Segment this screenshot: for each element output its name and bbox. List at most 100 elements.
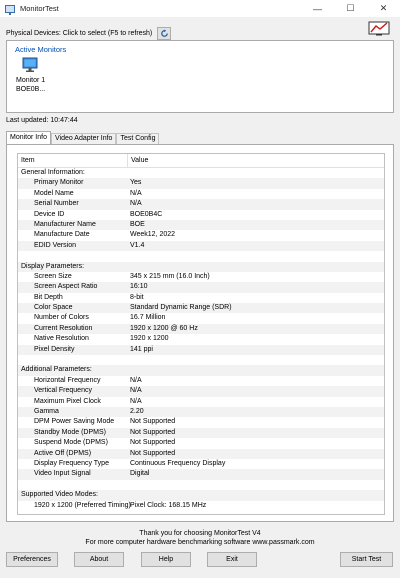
row-item-label: Native Resolution (34, 335, 89, 343)
preferences-button[interactable]: Preferences (6, 552, 58, 567)
table-row[interactable]: Maximum Pixel Clock N/A (18, 397, 384, 407)
row-item-value: N/A (130, 387, 142, 395)
physical-devices-label: Physical Devices: Click to select (F5 to… (6, 30, 153, 37)
row-item-value: Standard Dynamic Range (SDR) (130, 304, 232, 312)
active-monitors-panel: Active Monitors Monitor 1 BOE0B... (6, 40, 394, 113)
table-row[interactable]: Primary Monitor Yes (18, 178, 384, 189)
table-row[interactable]: Suspend Mode (DPMS) Not Supported (18, 438, 384, 448)
row-item-label: Device ID (34, 210, 65, 218)
row-item-label (18, 355, 128, 365)
row-item-value: N/A (130, 189, 142, 197)
monitor-icon (22, 57, 38, 72)
row-item-label: Gamma (34, 407, 59, 415)
column-header-value[interactable]: Value (128, 154, 148, 167)
table-row[interactable]: Manufacture Date Week12, 2022 (18, 230, 384, 240)
table-row[interactable]: 1920 x 1200 (Preferred Timing) Pixel Cloc… (18, 501, 384, 511)
table-row[interactable]: Gamma 2.20 (18, 406, 384, 418)
row-item-label: Primary Monitor (34, 179, 84, 187)
table-row[interactable]: Display Parameters: (18, 261, 384, 272)
row-item-label: EDID Version (34, 241, 77, 249)
refresh-button[interactable] (157, 27, 172, 40)
row-item-label: Display Parameters: (21, 262, 85, 270)
row-item-value: V1.4 (130, 241, 145, 249)
exit-button[interactable]: Exit (207, 552, 257, 567)
row-item-value (128, 355, 130, 365)
tab-test-config[interactable]: Test Config (116, 133, 160, 144)
table-row[interactable]: Pixel Density 141 ppi (18, 344, 384, 356)
table-row[interactable]: Active Off (DPMS) Not Supported (18, 448, 384, 459)
row-item-label: Vertical Frequency (34, 387, 92, 395)
row-item-value: 2.20 (130, 407, 144, 415)
tab-video-adapter-info[interactable]: Video Adapter Info (50, 133, 117, 144)
row-item-label (18, 480, 128, 490)
table-header: Item Value (18, 154, 384, 168)
table-row[interactable]: Device ID BOE0B4C (18, 210, 384, 220)
table-row[interactable]: Screen Size 345 x 215 mm (16.0 Inch) (18, 272, 384, 282)
monitor-info-panel: Item Value General Information: Primary M… (6, 144, 394, 522)
physical-devices-row: Physical Devices: Click to select (F5 to… (6, 27, 172, 40)
row-item-label: Manufacturer Name (34, 220, 96, 228)
table-row[interactable]: Manufacturer Name BOE (18, 219, 384, 231)
monitor-item[interactable]: Monitor 1 BOE0B... (16, 57, 52, 94)
table-row[interactable]: Color Space Standard Dynamic Range (SDR) (18, 303, 384, 314)
row-item-value: 16:10 (130, 283, 148, 291)
row-item-value: Digital (130, 470, 150, 478)
row-item-value: N/A (130, 376, 142, 384)
row-item-value: 345 x 215 mm (16.0 Inch) (130, 272, 210, 280)
table-row[interactable] (18, 251, 384, 261)
monitor-info-table[interactable]: Item Value General Information: Primary M… (17, 153, 385, 515)
table-row[interactable]: Vertical Frequency N/A (18, 386, 384, 397)
row-item-label: Additional Parameters: (21, 366, 92, 374)
tab-bar: Monitor Info Video Adapter Info Test Con… (6, 131, 160, 144)
row-item-value: Yes (130, 179, 142, 187)
monitor-app-icon (5, 4, 15, 15)
table-row[interactable]: Number of Colors 16.7 Million (18, 313, 384, 323)
close-button[interactable]: ✕ (367, 0, 400, 17)
row-item-label: Current Resolution (34, 324, 93, 332)
minimize-button[interactable]: — (301, 0, 334, 17)
table-row[interactable] (18, 355, 384, 365)
row-item-value (128, 480, 130, 490)
last-updated-label: Last updated: 10:47:44 (6, 117, 78, 124)
about-button[interactable]: About (74, 552, 124, 567)
table-row[interactable]: Screen Aspect Ratio 16:10 (18, 282, 384, 293)
tab-monitor-info[interactable]: Monitor Info (6, 131, 51, 144)
refresh-icon (160, 29, 168, 37)
row-item-label: Pixel Density (34, 345, 75, 353)
table-row[interactable]: Serial Number N/A (18, 199, 384, 210)
row-item-label: Screen Aspect Ratio (34, 283, 98, 291)
table-row[interactable]: DPM Power Saving Mode Not Supported (18, 417, 384, 427)
help-button[interactable]: Help (141, 552, 191, 567)
table-row[interactable]: Supported Video Modes: (18, 490, 384, 501)
table-row[interactable]: Additional Parameters: (18, 365, 384, 376)
table-row[interactable]: Bit Depth 8-bit (18, 293, 384, 303)
maximize-button[interactable]: ☐ (334, 0, 367, 17)
table-row[interactable]: Native Resolution 1920 x 1200 (18, 334, 384, 344)
row-item-label: Color Space (34, 304, 73, 312)
start-test-button[interactable]: Start Test (340, 552, 393, 567)
table-row[interactable] (18, 480, 384, 490)
row-item-label: Number of Colors (34, 314, 89, 322)
table-row[interactable]: Current Resolution 1920 x 1200 @ 60 Hz (18, 323, 384, 335)
row-item-value: N/A (130, 397, 142, 405)
row-item-label: Screen Size (34, 272, 72, 280)
row-item-value: 1920 x 1200 (130, 335, 169, 343)
row-item-value: Not Supported (130, 428, 176, 436)
table-row[interactable]: EDID Version V1.4 (18, 240, 384, 252)
row-item-label: Manufacture Date (34, 231, 90, 239)
table-row[interactable]: Video Input Signal Digital (18, 469, 384, 480)
row-item-label: DPM Power Saving Mode (34, 418, 115, 426)
table-row[interactable]: General Information: (18, 168, 384, 178)
row-item-value: BOE (130, 220, 145, 228)
row-item-value: Not Supported (130, 439, 176, 447)
table-row[interactable]: Display Frequency Type Continuous Frequen… (18, 459, 384, 469)
row-item-label: General Information: (21, 169, 85, 176)
table-row[interactable]: Model Name N/A (18, 189, 384, 199)
column-header-item[interactable]: Item (18, 154, 128, 167)
monitor-name: Monitor 1 (16, 77, 46, 84)
passmark-logo-icon (368, 21, 390, 36)
table-row[interactable]: Standby Mode (DPMS) Not Supported (18, 427, 384, 439)
row-item-label: Display Frequency Type (34, 459, 109, 467)
table-row[interactable]: Horizontal Frequency N/A (18, 376, 384, 386)
passmark-promo-text: For more computer hardware benchmarking … (85, 539, 315, 546)
